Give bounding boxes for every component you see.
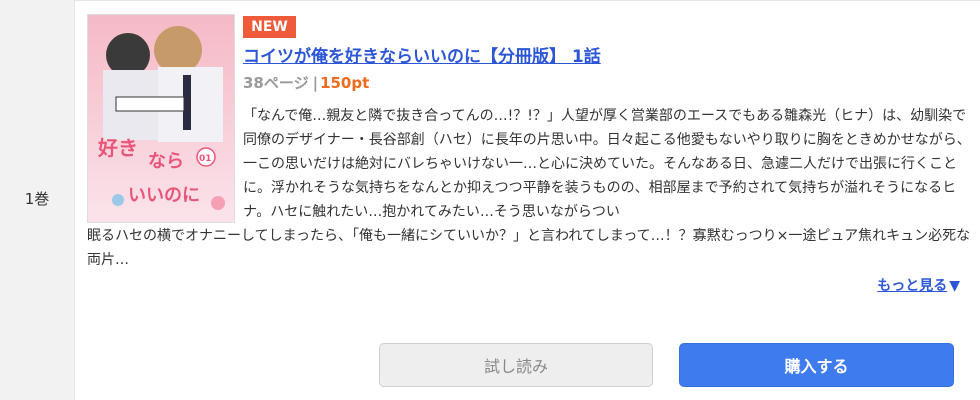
meta-line: 38ページ | 150pt bbox=[243, 72, 369, 93]
description-text: 「なんで俺…親友と隣で抜き合ってんの…!？!？」人望が厚く営業部のエースでもある… bbox=[243, 108, 971, 220]
description-continuation: 眠るハセの横でオナニーしてしまったら、「俺も一緒にシていいか？」と言われてしまっ… bbox=[87, 228, 971, 268]
buy-button[interactable]: 購入する bbox=[679, 343, 954, 387]
volume-label: 1巻 bbox=[24, 190, 50, 208]
more-link[interactable]: もっと見る ▼ bbox=[877, 275, 960, 295]
new-badge: NEW bbox=[243, 16, 296, 38]
cover-illustration: 好き なら 01 いいのに bbox=[88, 15, 234, 222]
buy-label: 購入する bbox=[784, 357, 849, 376]
trial-read-button[interactable]: 試し読み bbox=[379, 343, 653, 387]
meta-separator: | bbox=[312, 74, 319, 92]
cover-image[interactable]: 好き なら 01 いいのに bbox=[87, 14, 235, 223]
cover-volume-mark: 01 bbox=[199, 154, 212, 164]
top-divider bbox=[74, 0, 980, 1]
price: 150pt bbox=[320, 74, 370, 92]
svg-text:なら: なら bbox=[148, 151, 184, 172]
page-count: 38ページ bbox=[243, 74, 309, 92]
more-link-label: もっと見る bbox=[877, 278, 948, 294]
episode-title-link[interactable]: コイツが俺を好きならいいのに【分冊版】 1話 bbox=[243, 42, 601, 67]
svg-text:好き: 好き bbox=[97, 136, 138, 160]
trial-read-label: 試し読み bbox=[483, 357, 548, 376]
triangle-down-icon: ▼ bbox=[949, 278, 960, 294]
volume-column: 1巻 bbox=[0, 0, 75, 400]
svg-text:いいのに: いいのに bbox=[128, 185, 200, 206]
